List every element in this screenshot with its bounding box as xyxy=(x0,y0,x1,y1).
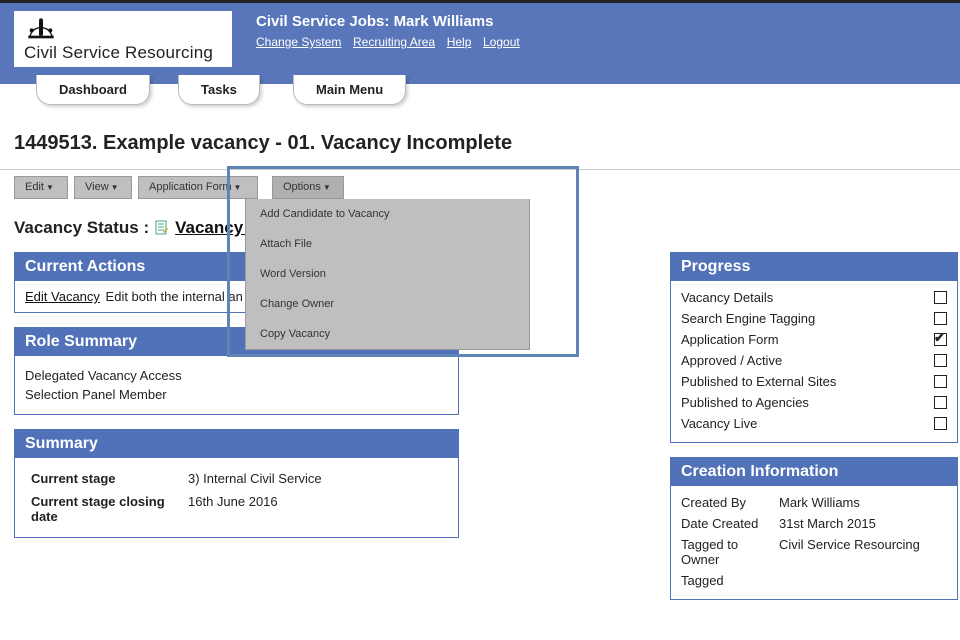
panel-hdr-progress: Progress xyxy=(671,253,957,281)
creation-info-key: Date Created xyxy=(681,516,779,531)
creation-info-val: Mark Williams xyxy=(779,495,860,510)
toolbar-view-label: View xyxy=(85,181,109,193)
header-title: Civil Service Jobs: Mark Williams xyxy=(256,13,528,30)
link-logout[interactable]: Logout xyxy=(483,35,520,49)
role-item: Delegated Vacancy Access xyxy=(25,368,448,383)
creation-info-val: Civil Service Resourcing xyxy=(779,537,920,567)
progress-label: Vacancy Details xyxy=(681,290,773,305)
progress-label: Vacancy Live xyxy=(681,416,757,431)
creation-info-val: 31st March 2015 xyxy=(779,516,876,531)
opt-change-owner[interactable]: Change Owner xyxy=(246,289,529,319)
panel-progress: Progress Vacancy Details Search Engine Ta… xyxy=(670,252,958,443)
progress-row: Published to Agencies xyxy=(681,392,947,413)
caret-down-icon: ▼ xyxy=(46,183,54,192)
current-actions-text: Edit both the internal an xyxy=(106,289,243,304)
creation-info-row: Date Created31st March 2015 xyxy=(681,513,947,534)
caret-down-icon: ▼ xyxy=(234,183,242,192)
summary-row: Current stage 3) Internal Civil Service xyxy=(27,468,446,489)
panel-hdr-creation-info: Creation Information xyxy=(671,458,957,486)
tab-tasks[interactable]: Tasks xyxy=(178,75,260,105)
progress-label: Approved / Active xyxy=(681,353,782,368)
progress-label: Published to External Sites xyxy=(681,374,836,389)
creation-info-key: Tagged xyxy=(681,573,779,588)
panel-summary: Summary Current stage 3) Internal Civil … xyxy=(14,429,459,538)
creation-info-key: Created By xyxy=(681,495,779,510)
header-bar: Civil Service Resourcing Civil Service J… xyxy=(0,0,960,85)
caret-down-icon: ▼ xyxy=(323,183,331,192)
nav-tabs: Dashboard Tasks Main Menu xyxy=(0,84,960,110)
progress-checkbox[interactable] xyxy=(934,417,947,430)
logo-text: Civil Service Resourcing xyxy=(24,43,222,63)
progress-label: Search Engine Tagging xyxy=(681,311,815,326)
summary-key: Current stage xyxy=(27,468,182,489)
toolbar-application-form[interactable]: Application Form▼ xyxy=(138,176,258,199)
progress-checkbox[interactable] xyxy=(934,333,947,346)
toolbar-options[interactable]: Options▼ xyxy=(272,176,344,199)
toolbar-edit-label: Edit xyxy=(25,181,44,193)
summary-row: Current stage closing date 16th June 201… xyxy=(27,491,446,527)
progress-row: Vacancy Live xyxy=(681,413,947,434)
document-icon xyxy=(155,220,169,236)
summary-key: Current stage closing date xyxy=(27,491,182,527)
progress-checkbox[interactable] xyxy=(934,396,947,409)
progress-checkbox[interactable] xyxy=(934,375,947,388)
toolbar-view[interactable]: View▼ xyxy=(74,176,132,199)
progress-row: Application Form xyxy=(681,329,947,350)
logo: Civil Service Resourcing xyxy=(14,11,232,67)
summary-val: 16th June 2016 xyxy=(184,491,446,527)
role-item: Selection Panel Member xyxy=(25,387,448,402)
progress-row: Approved / Active xyxy=(681,350,947,371)
creation-info-row: Created ByMark Williams xyxy=(681,492,947,513)
page-title: 1449513. Example vacancy - 01. Vacancy I… xyxy=(14,132,946,155)
progress-checkbox[interactable] xyxy=(934,354,947,367)
caret-down-icon: ▼ xyxy=(111,183,119,192)
vacancy-status-label: Vacancy Status : xyxy=(14,218,149,238)
opt-attach-file[interactable]: Attach File xyxy=(246,229,529,259)
tab-dashboard[interactable]: Dashboard xyxy=(36,75,150,105)
link-recruiting-area[interactable]: Recruiting Area xyxy=(353,35,435,49)
edit-vacancy-link[interactable]: Edit Vacancy xyxy=(25,289,100,304)
summary-val: 3) Internal Civil Service xyxy=(184,468,446,489)
progress-label: Application Form xyxy=(681,332,779,347)
options-dropdown: Add Candidate to Vacancy Attach File Wor… xyxy=(245,199,530,350)
link-change-system[interactable]: Change System xyxy=(256,35,341,49)
progress-label: Published to Agencies xyxy=(681,395,809,410)
progress-row: Vacancy Details xyxy=(681,287,947,308)
creation-info-row: Tagged to OwnerCivil Service Resourcing xyxy=(681,534,947,570)
toolbar-application-form-label: Application Form xyxy=(149,181,232,193)
opt-word-version[interactable]: Word Version xyxy=(246,259,529,289)
crown-crest-icon xyxy=(24,17,58,41)
panel-creation-info: Creation Information Created ByMark Will… xyxy=(670,457,958,600)
progress-checkbox[interactable] xyxy=(934,312,947,325)
toolbar-options-label: Options xyxy=(283,181,321,193)
tab-main-menu[interactable]: Main Menu xyxy=(293,75,406,105)
progress-checkbox[interactable] xyxy=(934,291,947,304)
toolbar-edit[interactable]: Edit▼ xyxy=(14,176,68,199)
progress-row: Published to External Sites xyxy=(681,371,947,392)
panel-hdr-summary: Summary xyxy=(15,430,458,458)
creation-info-key: Tagged to Owner xyxy=(681,537,779,567)
opt-copy-vacancy[interactable]: Copy Vacancy xyxy=(246,319,529,349)
toolbar: Edit▼ View▼ Application Form▼ Options▼ A… xyxy=(14,176,946,200)
progress-row: Search Engine Tagging xyxy=(681,308,947,329)
link-help[interactable]: Help xyxy=(447,35,472,49)
opt-add-candidate[interactable]: Add Candidate to Vacancy xyxy=(246,199,529,229)
creation-info-row: Tagged xyxy=(681,570,947,591)
